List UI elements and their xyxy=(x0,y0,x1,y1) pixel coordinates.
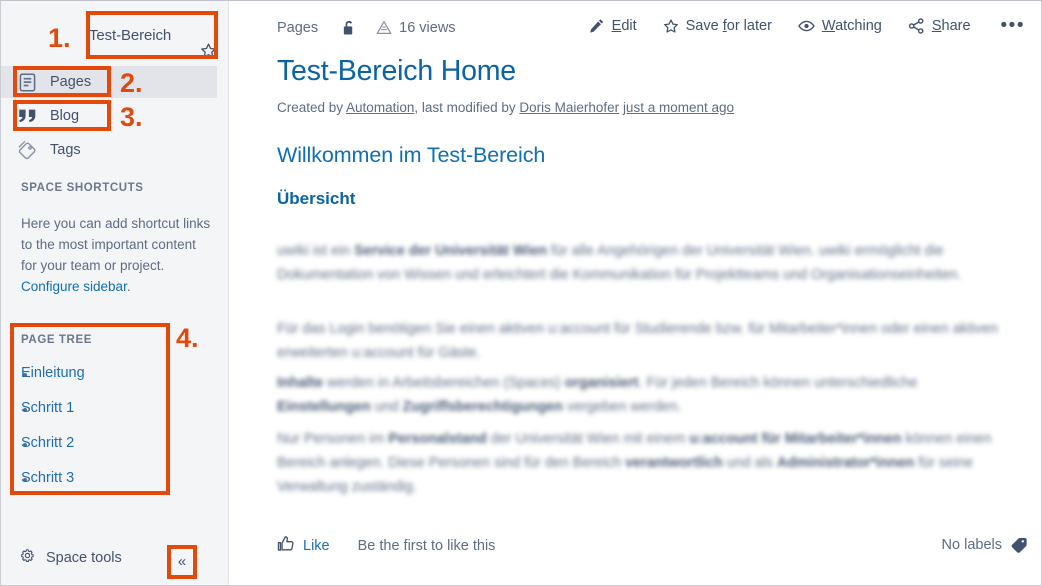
share-label-rest: hare xyxy=(941,18,971,34)
blog-quote-icon xyxy=(17,106,38,127)
body-text: uwiki ist ein xyxy=(277,243,355,260)
sidebar-item-label: Pages xyxy=(50,74,92,90)
space-title: Test-Bereich xyxy=(89,27,172,44)
star-icon xyxy=(663,18,679,34)
edit-label-rest: dit xyxy=(621,18,637,34)
labels-text: No labels xyxy=(941,537,1002,553)
star-icon[interactable] xyxy=(200,42,217,59)
body-text-bold: Inhalte xyxy=(277,375,324,392)
page-toolbar: Pages 16 views Edit Save for later Watch… xyxy=(230,1,1041,45)
byline-created: Created by xyxy=(277,100,347,115)
share-accesskey: S xyxy=(931,18,942,34)
space-tools-button[interactable]: Space tools xyxy=(19,547,122,569)
watching-accesskey: W xyxy=(821,18,836,34)
save-for-later-button[interactable]: Save for later xyxy=(663,18,772,34)
body-paragraph: uwiki ist ein Service der Universität Wi… xyxy=(277,239,1012,287)
watching-label: Watching xyxy=(822,18,882,34)
byline-modifier-link[interactable]: Doris Maierhofer xyxy=(519,100,619,115)
page-tree-heading: PAGE TREE xyxy=(21,334,93,346)
body-text: und als xyxy=(722,455,777,472)
body-text-bold: verantwortlich xyxy=(625,455,723,472)
body-text-bold: u:account für Mitarbeiter*innen xyxy=(689,431,902,448)
byline-author-link[interactable]: Automation xyxy=(346,100,414,115)
page-byline: Created by Automation, last modified by … xyxy=(277,100,734,115)
space-shortcuts-heading: SPACE SHORTCUTS xyxy=(21,182,144,194)
share-label: Share xyxy=(932,18,971,34)
page-footer-like: Like Be the first to like this xyxy=(277,535,495,557)
content-heading-1: Willkommen im Test-Bereich xyxy=(277,143,546,167)
watching-button[interactable]: Watching xyxy=(798,18,882,34)
toolbar-left-group: Pages 16 views xyxy=(277,19,456,36)
body-text: Für das Login benötigen Sie einen aktive… xyxy=(277,321,998,362)
body-text: werden in Arbeitsbereichen (Spaces) xyxy=(323,375,565,392)
body-text-bold: organisiert xyxy=(564,375,639,392)
confluence-space-screen: Test-Bereich Pages Blog Tags SPACE SHORT… xyxy=(0,0,1042,586)
sidebar-item-label: Blog xyxy=(50,108,80,124)
body-text: . Für jeden Bereich können unterschiedli… xyxy=(638,375,918,392)
body-paragraph: Für das Login benötigen Sie einen aktive… xyxy=(277,317,1012,365)
body-text: vergeben werden. xyxy=(563,399,682,416)
page-tree-item[interactable]: Schritt 3 xyxy=(21,470,74,486)
save-label-rest: or later xyxy=(726,18,772,34)
page-title: Test-Bereich Home xyxy=(277,55,516,87)
body-text-bold: Einstellungen xyxy=(277,399,371,416)
content-heading-2: Übersicht xyxy=(277,189,356,208)
pages-icon xyxy=(17,72,38,93)
shortcuts-text-after: . xyxy=(126,279,131,294)
like-hint-text: Be the first to like this xyxy=(357,538,496,554)
page-labels[interactable]: No labels xyxy=(942,537,1028,553)
space-header[interactable]: Test-Bereich xyxy=(1,9,229,59)
space-tools-label: Space tools xyxy=(46,550,122,566)
page-tree-item[interactable]: Schritt 2 xyxy=(21,435,74,451)
save-label-pre: Save xyxy=(685,18,723,34)
body-text-bold: Service der Universität Wien xyxy=(354,243,548,260)
annotation-number-4: 4. xyxy=(176,323,199,353)
chevron-double-left-icon[interactable]: « xyxy=(169,546,195,576)
body-paragraph: Nur Personen im Personalstand der Univer… xyxy=(277,427,1012,499)
gear-icon xyxy=(19,547,36,569)
breadcrumb[interactable]: Pages xyxy=(277,20,318,36)
page-tree-item[interactable]: Einleitung xyxy=(21,365,85,381)
page-tree-item[interactable]: Schritt 1 xyxy=(21,400,74,416)
body-paragraph: Inhalte werden in Arbeitsbereichen (Spac… xyxy=(277,371,1012,419)
analytics-icon[interactable] xyxy=(376,20,392,35)
body-text: der Universität Wien mit einem xyxy=(486,431,690,448)
tags-icon xyxy=(17,140,38,161)
share-icon xyxy=(908,18,925,34)
toolbar-right-group: Edit Save for later Watching Share ••• xyxy=(563,16,1029,35)
edit-label: Edit xyxy=(612,18,637,34)
tag-icon[interactable] xyxy=(1011,537,1028,553)
sidebar-item-pages[interactable]: Pages xyxy=(1,66,217,98)
byline-mid: , last modified by xyxy=(414,100,520,115)
watching-label-rest: atching xyxy=(835,18,882,34)
share-button[interactable]: Share xyxy=(908,18,971,34)
body-text-bold: Zugriffsberechtigungen xyxy=(402,399,563,416)
page-content-area: Pages 16 views Edit Save for later Watch… xyxy=(230,1,1041,585)
configure-sidebar-link[interactable]: Configure sidebar xyxy=(21,279,127,294)
sidebar-item-tags[interactable]: Tags xyxy=(1,134,217,166)
eye-icon xyxy=(798,19,815,33)
like-button-label[interactable]: Like xyxy=(303,538,330,554)
annotation-number-2: 2. xyxy=(120,68,143,98)
pencil-icon xyxy=(589,18,605,34)
body-text-bold: Personalstand xyxy=(388,431,487,448)
sidebar-item-label: Tags xyxy=(50,142,81,158)
shortcuts-text-before: Here you can add shortcut links to the m… xyxy=(21,216,211,273)
thumbs-up-icon[interactable] xyxy=(277,535,295,557)
annotation-number-1: 1. xyxy=(48,23,71,53)
edit-button[interactable]: Edit xyxy=(589,18,637,34)
body-text-bold: Administrator*innen xyxy=(776,455,915,472)
space-sidebar: Test-Bereich Pages Blog Tags SPACE SHORT… xyxy=(1,1,229,585)
sidebar-item-blog[interactable]: Blog xyxy=(1,100,217,132)
save-for-later-label: Save for later xyxy=(686,18,772,34)
views-count: 16 views xyxy=(399,19,456,36)
byline-timestamp-link[interactable]: just a moment ago xyxy=(623,100,734,115)
edit-accesskey: E xyxy=(611,18,622,34)
space-shortcuts-description: Here you can add shortcut links to the m… xyxy=(21,213,213,297)
annotation-number-3: 3. xyxy=(120,102,143,132)
ellipsis-icon[interactable]: ••• xyxy=(1001,16,1025,35)
body-text: Nur Personen im xyxy=(277,431,389,448)
body-text: und xyxy=(370,399,403,416)
unlocked-padlock-icon[interactable] xyxy=(342,19,356,36)
